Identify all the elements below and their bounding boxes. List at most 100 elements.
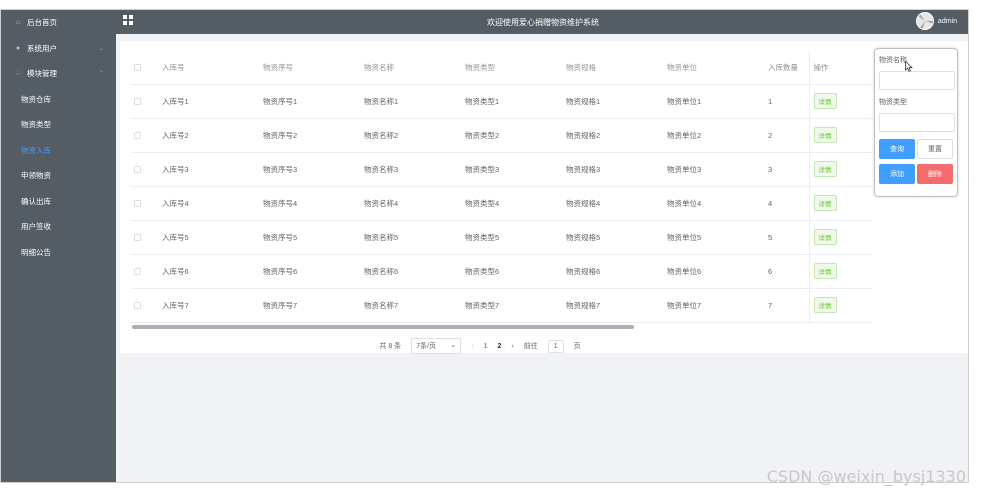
table-cell: 物资序号7 bbox=[259, 288, 360, 323]
table-cell: 3 bbox=[764, 152, 809, 187]
table-cell: 4 bbox=[764, 186, 809, 221]
table-cell: 物资名称3 bbox=[360, 152, 461, 187]
page-suffix: 页 bbox=[573, 343, 581, 350]
row-select-cell bbox=[130, 254, 158, 289]
page-2[interactable]: 2 bbox=[497, 343, 501, 350]
sidebar-item-label: 后台首页 bbox=[27, 18, 57, 28]
detail-button[interactable]: 详情 bbox=[813, 263, 837, 279]
type-label: 物资类型 bbox=[879, 99, 907, 106]
name-input[interactable] bbox=[879, 71, 955, 90]
table-cell: 物资序号1 bbox=[259, 84, 360, 119]
table-cell: 物资名称1 bbox=[360, 84, 461, 119]
table-cell: 物资单位3 bbox=[663, 152, 764, 187]
table-cell: 物资名称2 bbox=[360, 118, 461, 153]
detail-button[interactable]: 详情 bbox=[813, 229, 837, 245]
row-checkbox[interactable] bbox=[134, 268, 141, 276]
sidebar-item-label: 用户签收 bbox=[21, 222, 51, 232]
table-cell: 入库号5 bbox=[158, 220, 259, 255]
table-cell: 入库号3 bbox=[158, 152, 259, 187]
sidebar-item-label: 物资仓库 bbox=[21, 94, 51, 104]
next-page-button[interactable]: › bbox=[511, 343, 513, 350]
detail-button[interactable]: 详情 bbox=[813, 161, 837, 177]
sidebar-subitem[interactable]: 确认出库 bbox=[1, 189, 116, 215]
row-checkbox[interactable] bbox=[134, 302, 141, 310]
table-cell: 2 bbox=[764, 118, 809, 153]
detail-button[interactable]: 详情 bbox=[813, 93, 837, 109]
column-header: 操作 bbox=[808, 51, 873, 85]
detail-button[interactable]: 详情 bbox=[813, 297, 837, 313]
mouse-cursor-icon bbox=[905, 61, 913, 72]
top-header: 欢迎使用爱心捐赠物资维护系统 admin bbox=[116, 10, 968, 34]
goto-page-input[interactable]: 1 bbox=[547, 339, 564, 353]
sidebar-item-home[interactable]: ⌂ 后台首页 bbox=[1, 10, 116, 36]
table-cell: 物资单位6 bbox=[663, 254, 764, 289]
user-icon: ● bbox=[15, 44, 21, 52]
row-checkbox[interactable] bbox=[134, 200, 141, 208]
sidebar-item-label: 物资类型 bbox=[21, 120, 51, 130]
table-row: 入库号7 物资序号7 物资名称7 物资类型7 物资规格7 物资单位7 7 详情 bbox=[130, 288, 873, 323]
sidebar-item-label: 确认出库 bbox=[21, 196, 51, 206]
sidebar-subitem[interactable]: 物资入库 bbox=[1, 138, 116, 164]
table-cell: 物资序号5 bbox=[259, 220, 360, 255]
row-select-cell bbox=[130, 186, 158, 221]
row-checkbox[interactable] bbox=[134, 234, 141, 242]
watermark: CSDN @weixin_bysj1330 bbox=[766, 467, 966, 486]
prev-page-button[interactable]: ‹ bbox=[471, 343, 473, 350]
column-header: 物资规格 bbox=[562, 51, 663, 85]
pagination-total: 共 8 条 bbox=[379, 343, 402, 350]
sidebar-item-label: 物资入库 bbox=[21, 145, 51, 155]
operation-cell: 详情 bbox=[808, 152, 873, 187]
select-all-cell bbox=[130, 51, 158, 85]
goto-label: 前往 bbox=[523, 343, 538, 350]
delete-button[interactable]: 删除 bbox=[917, 164, 953, 184]
sidebar-subitem[interactable]: 物资类型 bbox=[1, 112, 116, 138]
table-cell: 7 bbox=[764, 288, 809, 323]
table-cell: 入库号6 bbox=[158, 254, 259, 289]
search-panel: 物资名称 物资类型 查询 重置 添加 删除 bbox=[874, 48, 958, 197]
avatar[interactable] bbox=[916, 12, 934, 30]
sidebar-subitem[interactable]: 申领物资 bbox=[1, 163, 116, 189]
table-cell: 物资单位2 bbox=[663, 118, 764, 153]
reset-button[interactable]: 重置 bbox=[917, 139, 953, 159]
operation-cell: 详情 bbox=[808, 254, 873, 289]
sidebar-item-module-manage[interactable]: ⁘ 模块管理 ⌃ bbox=[1, 61, 116, 87]
table-cell: 1 bbox=[764, 84, 809, 119]
sidebar-item-label: 模块管理 bbox=[27, 69, 57, 79]
sidebar-subitem[interactable]: 用户签收 bbox=[1, 214, 116, 240]
table-row: 入库号5 物资序号5 物资名称5 物资类型5 物资规格5 物资单位5 5 详情 bbox=[130, 220, 873, 255]
row-checkbox[interactable] bbox=[134, 98, 141, 106]
table-cell: 物资类型1 bbox=[461, 84, 562, 119]
operation-cell: 详情 bbox=[808, 220, 873, 255]
row-checkbox[interactable] bbox=[134, 132, 141, 140]
query-button[interactable]: 查询 bbox=[879, 139, 915, 159]
username[interactable]: admin bbox=[938, 18, 957, 25]
row-checkbox[interactable] bbox=[134, 166, 141, 174]
table-cell: 物资单位1 bbox=[663, 84, 764, 119]
table-row: 入库号6 物资序号6 物资名称6 物资类型6 物资规格6 物资单位6 6 详情 bbox=[130, 254, 873, 289]
table-cell: 物资规格4 bbox=[562, 186, 663, 221]
sidebar-item-system-users[interactable]: ● 系统用户 ⌄ bbox=[1, 36, 116, 62]
table-cell: 物资规格2 bbox=[562, 118, 663, 153]
detail-button[interactable]: 详情 bbox=[813, 127, 837, 143]
horizontal-scrollbar[interactable] bbox=[132, 325, 634, 329]
row-select-cell bbox=[130, 288, 158, 323]
add-button[interactable]: 添加 bbox=[879, 164, 915, 184]
type-input[interactable] bbox=[879, 113, 955, 132]
table-cell: 物资规格5 bbox=[562, 220, 663, 255]
operation-cell: 详情 bbox=[808, 288, 873, 323]
operation-cell: 详情 bbox=[808, 186, 873, 221]
page-1[interactable]: 1 bbox=[484, 343, 488, 350]
table-cell: 物资规格7 bbox=[562, 288, 663, 323]
chevron-down-icon: ⌄ bbox=[98, 45, 104, 52]
row-select-cell bbox=[130, 152, 158, 187]
sidebar-subitem[interactable]: 物资仓库 bbox=[1, 87, 116, 113]
page-title: 欢迎使用爱心捐赠物资维护系统 bbox=[487, 18, 599, 27]
row-select-cell bbox=[130, 84, 158, 119]
table-row: 入库号4 物资序号4 物资名称4 物资类型4 物资规格4 物资单位4 4 详情 bbox=[130, 186, 873, 221]
table-row: 入库号2 物资序号2 物资名称2 物资类型2 物资规格2 物资单位2 2 详情 bbox=[130, 118, 873, 153]
detail-button[interactable]: 详情 bbox=[813, 195, 837, 211]
select-all-checkbox[interactable] bbox=[134, 64, 141, 72]
page-size-select[interactable]: 7条/页 ⌄ bbox=[411, 338, 462, 354]
sidebar-subitem[interactable]: 明细公告 bbox=[1, 240, 116, 266]
table-cell: 入库号7 bbox=[158, 288, 259, 323]
